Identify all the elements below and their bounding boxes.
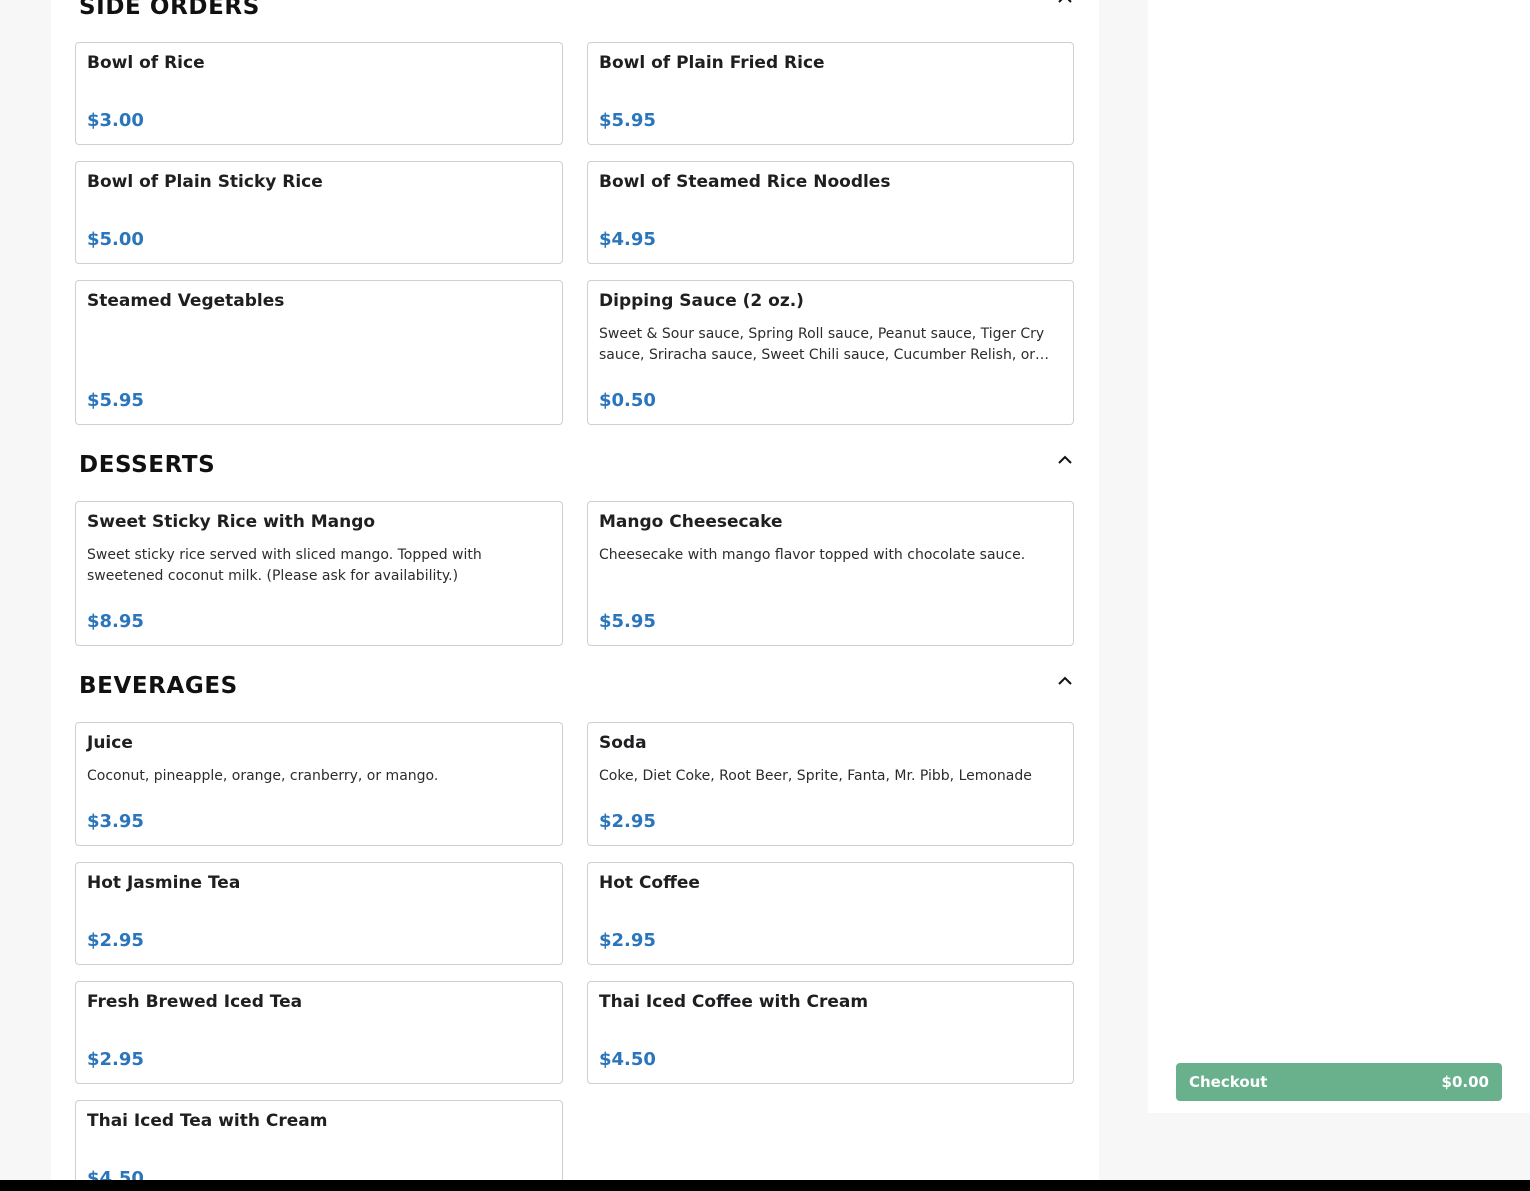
item-name: Bowl of Steamed Rice Noodles bbox=[599, 172, 891, 192]
item-name: Hot Jasmine Tea bbox=[87, 873, 241, 893]
item-description: Sweet & Sour sauce, Spring Roll sauce, P… bbox=[599, 326, 1050, 363]
menu-item-card[interactable]: Bowl of Rice $3.00 bbox=[75, 42, 563, 145]
section-title-side-orders: SIDE ORDERS bbox=[79, 0, 260, 20]
menu-item-card[interactable]: Dipping Sauce (2 oz.) Sweet & Sour sauce… bbox=[587, 280, 1074, 425]
chevron-up-icon[interactable] bbox=[1054, 0, 1076, 10]
menu-item-card[interactable]: Fresh Brewed Iced Tea $2.95 bbox=[75, 981, 563, 1084]
item-description: Sweet sticky rice served with sliced man… bbox=[87, 547, 482, 584]
item-name: Soda bbox=[599, 733, 647, 753]
item-name: Dipping Sauce (2 oz.) bbox=[599, 291, 804, 311]
chevron-up-icon[interactable] bbox=[1054, 670, 1076, 692]
menu-item-card[interactable]: Mango Cheesecake Cheesecake with mango f… bbox=[587, 501, 1074, 646]
item-price: $5.95 bbox=[87, 390, 144, 411]
menu-item-card[interactable]: Thai Iced Coffee with Cream $4.50 bbox=[587, 981, 1074, 1084]
menu-item-card[interactable]: Steamed Vegetables $5.95 bbox=[75, 280, 563, 425]
checkout-total: $0.00 bbox=[1441, 1073, 1489, 1091]
item-price: $2.95 bbox=[599, 930, 656, 951]
item-price: $0.50 bbox=[599, 390, 656, 411]
item-description: Coconut, pineapple, orange, cranberry, o… bbox=[87, 768, 439, 784]
menu-item-card[interactable]: Soda Coke, Diet Coke, Root Beer, Sprite,… bbox=[587, 722, 1074, 846]
item-description: Coke, Diet Coke, Root Beer, Sprite, Fant… bbox=[599, 768, 1032, 784]
item-price: $3.95 bbox=[87, 811, 144, 832]
item-price: $2.95 bbox=[87, 930, 144, 951]
item-price: $4.95 bbox=[599, 229, 656, 250]
item-price: $4.50 bbox=[599, 1049, 656, 1070]
menu-item-card[interactable]: Hot Coffee $2.95 bbox=[587, 862, 1074, 965]
checkout-label: Checkout bbox=[1189, 1073, 1268, 1091]
menu-panel: SIDE ORDERS Bowl of Rice $3.00 Bowl of P… bbox=[51, 0, 1099, 1191]
item-name: Juice bbox=[87, 733, 133, 753]
menu-item-card[interactable]: Juice Coconut, pineapple, orange, cranbe… bbox=[75, 722, 563, 846]
item-name: Bowl of Plain Sticky Rice bbox=[87, 172, 323, 192]
item-price: $2.95 bbox=[87, 1049, 144, 1070]
item-price: $8.95 bbox=[87, 611, 144, 632]
menu-item-card[interactable]: Bowl of Steamed Rice Noodles $4.95 bbox=[587, 161, 1074, 264]
item-name: Mango Cheesecake bbox=[599, 512, 783, 532]
item-name: Steamed Vegetables bbox=[87, 291, 285, 311]
item-name: Hot Coffee bbox=[599, 873, 700, 893]
chevron-up-icon[interactable] bbox=[1054, 449, 1076, 471]
menu-item-card[interactable]: Sweet Sticky Rice with Mango Sweet stick… bbox=[75, 501, 563, 646]
item-price: $5.95 bbox=[599, 110, 656, 131]
item-description: Cheesecake with mango flavor topped with… bbox=[599, 547, 1026, 563]
menu-item-card[interactable]: Bowl of Plain Sticky Rice $5.00 bbox=[75, 161, 563, 264]
cart-sidebar bbox=[1148, 0, 1530, 1113]
section-title-desserts: DESSERTS bbox=[79, 452, 216, 478]
item-price: $2.95 bbox=[599, 811, 656, 832]
item-name: Thai Iced Coffee with Cream bbox=[599, 992, 869, 1012]
item-price: $5.95 bbox=[599, 611, 656, 632]
menu-item-card[interactable]: Hot Jasmine Tea $2.95 bbox=[75, 862, 563, 965]
item-price: $5.00 bbox=[87, 229, 144, 250]
item-name: Fresh Brewed Iced Tea bbox=[87, 992, 303, 1012]
menu-item-card[interactable]: Thai Iced Tea with Cream $4.50 bbox=[75, 1100, 563, 1191]
item-name: Bowl of Rice bbox=[87, 53, 205, 73]
item-name: Bowl of Plain Fried Rice bbox=[599, 53, 825, 73]
bottom-bar bbox=[0, 1180, 1530, 1191]
item-name: Thai Iced Tea with Cream bbox=[87, 1111, 328, 1131]
checkout-button[interactable]: Checkout $0.00 bbox=[1176, 1063, 1502, 1101]
section-title-beverages: BEVERAGES bbox=[79, 673, 238, 699]
item-name: Sweet Sticky Rice with Mango bbox=[87, 512, 376, 532]
menu-item-card[interactable]: Bowl of Plain Fried Rice $5.95 bbox=[587, 42, 1074, 145]
item-price: $3.00 bbox=[87, 110, 144, 131]
